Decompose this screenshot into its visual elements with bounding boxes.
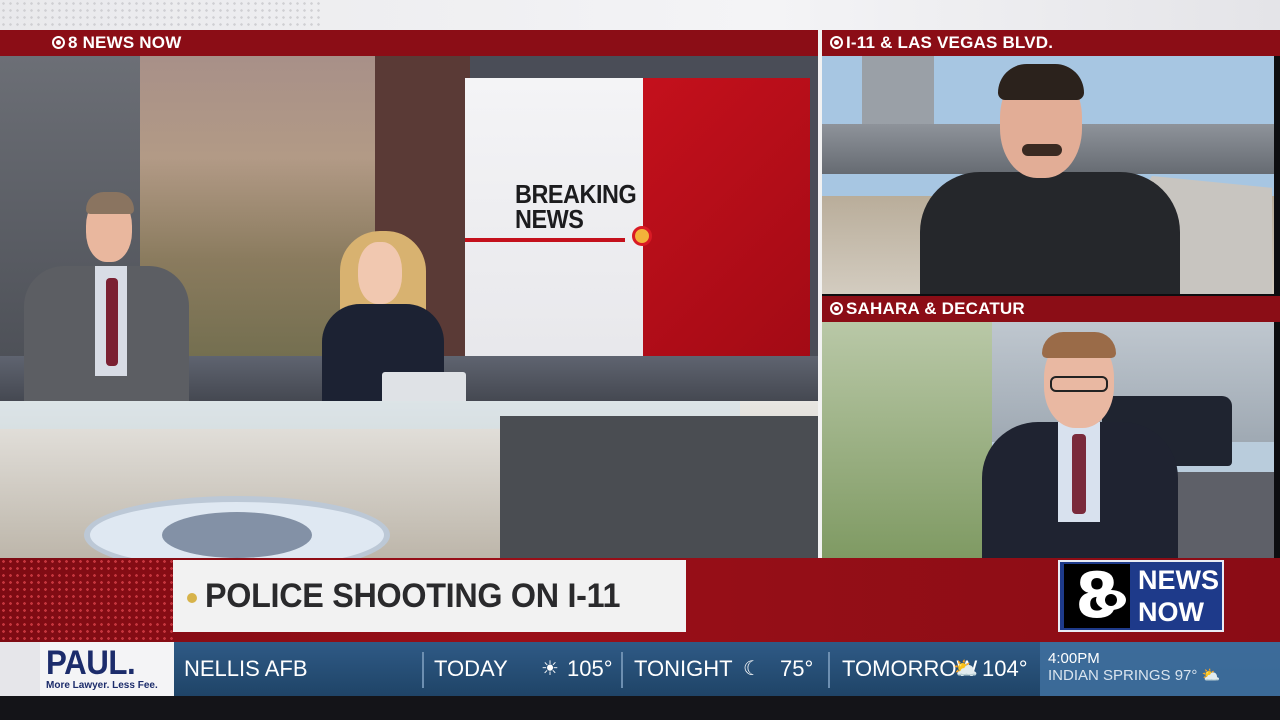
top-strip [0,0,1280,30]
male-anchor-tie [106,278,118,366]
ticker-next-item: INDIAN SPRINGS 97° ⛅ [1048,666,1220,686]
bottom-bar [0,696,1280,720]
ticker-next-location: INDIAN SPRINGS [1048,667,1171,684]
ticker-next-temp: 97° [1174,667,1198,684]
desk-base [500,416,818,558]
overpass-pillar [862,56,934,126]
ticker-today-temp: 105° [567,656,613,681]
live-dot-icon [52,36,65,49]
main-feed-label: 8 NEWS NOW [0,30,818,56]
reporter-top-hair [998,64,1084,100]
sun-icon: ☀ [541,658,559,680]
reporter-bottom-glasses [1050,376,1108,392]
breaking-news-rule [465,238,625,242]
top-feed-label-text: I-11 & LAS VEGAS BLVD. [846,33,1054,52]
sponsor-edge [0,642,40,696]
reporter-bottom-tie [1072,434,1086,514]
sponsor-name: PAUL. [46,644,136,682]
main-feed-label-text: 8 NEWS NOW [68,33,182,52]
reporter-bottom-hair [1042,332,1116,358]
logo-word-now: NOW [1138,597,1204,627]
station-logo: 8 NEWS NOW [1058,560,1224,632]
partly-cloudy-icon: ⛅ [1201,667,1221,684]
logo-word-news: NEWS [1138,565,1219,595]
partly-cloudy-icon: ⛅ [953,658,978,680]
headline-text: POLICE SHOOTING ON I-11 [205,576,621,615]
remote-feed-top [822,56,1274,294]
ticker-today-label: TODAY [434,656,508,681]
news-word: NEWS [515,204,584,234]
screen-red-panel [643,78,810,396]
sponsor-tagline: More Lawyer. Less Fee. [46,680,158,691]
breaking-dot-icon [632,226,652,246]
tree [822,322,992,558]
sponsor-logo: PAUL. More Lawyer. Less Fee. [40,642,174,696]
live-dot-icon [830,36,843,49]
reporter-top-body [920,172,1180,294]
ticker-location: NELLIS AFB [184,656,308,681]
bottom-feed-label-text: SAHARA & DECATUR [846,299,1025,318]
top-feed-label: I-11 & LAS VEGAS BLVD. [822,30,1280,56]
headline-box: POLICE SHOOTING ON I-11 [173,560,686,632]
ticker-tomorrow-temp: 104° [982,656,1028,681]
dot-pattern [0,0,320,30]
reporter-top-mustache [1022,144,1062,156]
ticker-tonight-label: TONIGHT [634,656,733,681]
ticker-separator [621,652,623,688]
headline-bullet-icon [187,593,197,603]
dot-pattern [0,558,175,642]
ticker-separator [828,652,830,688]
screen-white-panel: BREAKING NEWS [465,78,643,396]
ticker-tonight-temp: 75° [780,656,814,681]
bottom-feed-label: SAHARA & DECATUR [822,296,1280,322]
moon-icon: ☾ [743,658,761,680]
male-anchor-hair [86,192,134,214]
breaking-news-text: BREAKING NEWS [515,181,637,234]
cbs-eye-icon [1096,590,1126,610]
breaking-news-screen: BREAKING NEWS [465,78,810,396]
live-dot-icon [830,302,843,315]
remote-feed-bottom [822,322,1274,558]
studio-feed: BREAKING NEWS [0,56,818,558]
female-anchor-head [358,242,402,304]
ticker-separator [422,652,424,688]
